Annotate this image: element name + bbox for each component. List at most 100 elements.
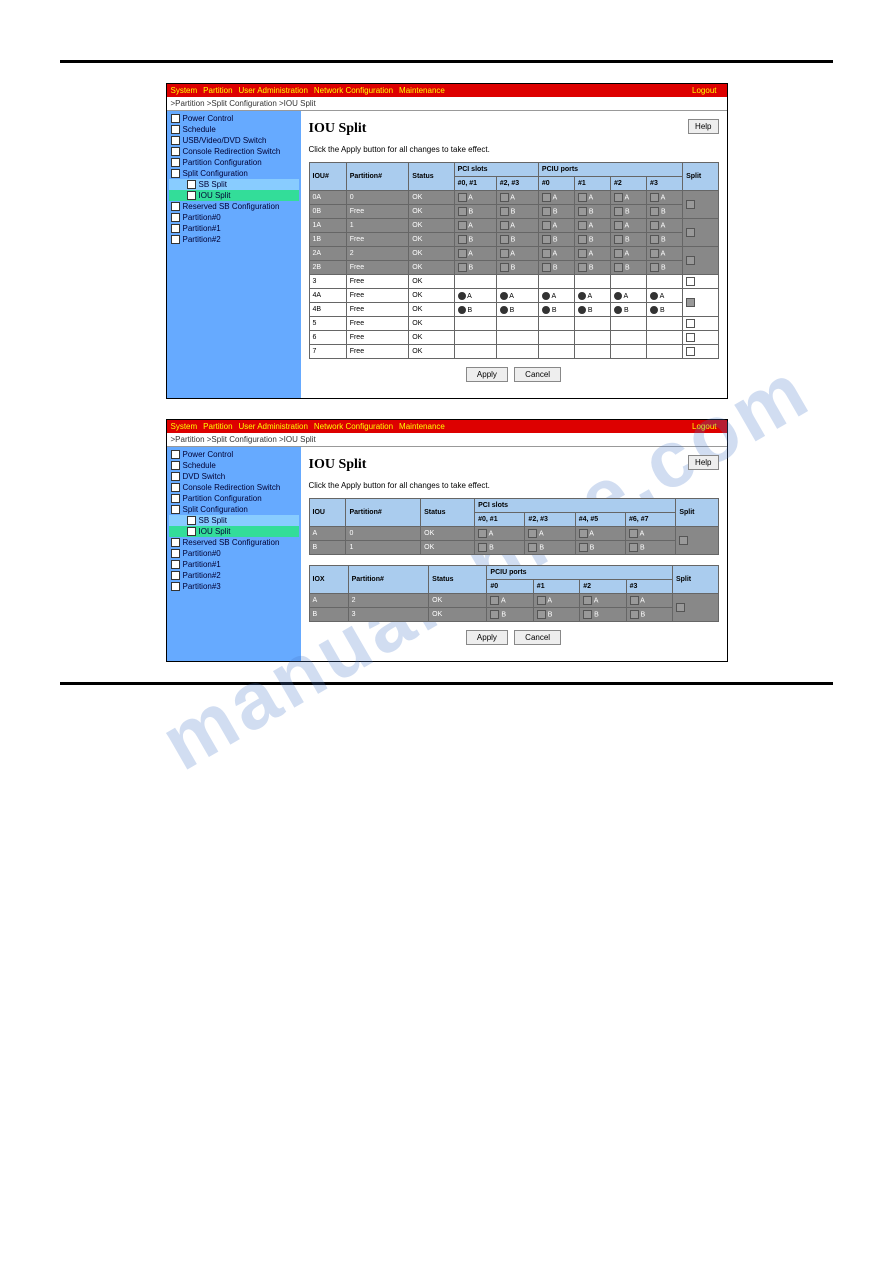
checkbox[interactable] [542, 221, 551, 230]
checkbox[interactable] [542, 235, 551, 244]
checkbox[interactable] [500, 235, 509, 244]
checkbox[interactable] [583, 596, 592, 605]
radio-option[interactable] [500, 292, 508, 300]
checkbox[interactable] [537, 610, 546, 619]
sidebar-item[interactable]: SB Split [199, 516, 227, 525]
checkbox[interactable] [542, 249, 551, 258]
checkbox[interactable] [579, 543, 588, 552]
checkbox[interactable] [630, 596, 639, 605]
sidebar-item[interactable]: Reserved SB Configuration [183, 202, 280, 211]
sidebar-item[interactable]: Schedule [183, 125, 216, 134]
checkbox[interactable] [579, 529, 588, 538]
menu-item[interactable]: User Administration [239, 86, 308, 95]
menu-item[interactable]: Network Configuration [314, 86, 393, 95]
checkbox[interactable] [542, 193, 551, 202]
checkbox[interactable] [478, 529, 487, 538]
split-checkbox[interactable] [686, 298, 695, 307]
sidebar-item[interactable]: Console Redirection Switch [183, 147, 281, 156]
checkbox[interactable] [490, 610, 499, 619]
sidebar-item[interactable]: Partition Configuration [183, 494, 262, 503]
checkbox[interactable] [583, 610, 592, 619]
logout-link[interactable]: Logout [692, 422, 716, 431]
checkbox[interactable] [650, 193, 659, 202]
checkbox[interactable] [500, 221, 509, 230]
checkbox[interactable] [458, 249, 467, 258]
checkbox[interactable] [458, 221, 467, 230]
split-checkbox[interactable] [676, 603, 685, 612]
radio-option[interactable] [650, 292, 658, 300]
sidebar-item[interactable]: Partition#0 [183, 213, 221, 222]
sidebar-item[interactable]: Power Control [183, 450, 234, 459]
radio-option[interactable] [578, 306, 586, 314]
sidebar-item[interactable]: Partition#0 [183, 549, 221, 558]
split-checkbox[interactable] [686, 333, 695, 342]
checkbox[interactable] [528, 543, 537, 552]
checkbox[interactable] [614, 263, 623, 272]
sidebar-item[interactable]: IOU Split [199, 191, 231, 200]
split-checkbox[interactable] [679, 536, 688, 545]
sidebar-item[interactable]: Partition#2 [183, 235, 221, 244]
checkbox[interactable] [458, 193, 467, 202]
apply-button[interactable]: Apply [466, 367, 508, 382]
split-checkbox[interactable] [686, 200, 695, 209]
sidebar-item[interactable]: Reserved SB Configuration [183, 538, 280, 547]
checkbox[interactable] [578, 249, 587, 258]
menu-item[interactable]: Partition [203, 422, 232, 431]
checkbox[interactable] [490, 596, 499, 605]
sidebar-item[interactable]: Partition#3 [183, 582, 221, 591]
split-checkbox[interactable] [686, 228, 695, 237]
split-checkbox[interactable] [686, 277, 695, 286]
menu-item[interactable]: Partition [203, 86, 232, 95]
sidebar-item[interactable]: Partition#2 [183, 571, 221, 580]
split-checkbox[interactable] [686, 256, 695, 265]
checkbox[interactable] [478, 543, 487, 552]
sidebar-item[interactable]: Partition#1 [183, 560, 221, 569]
checkbox[interactable] [629, 529, 638, 538]
checkbox[interactable] [458, 207, 467, 216]
checkbox[interactable] [537, 596, 546, 605]
sidebar-item[interactable]: Console Redirection Switch [183, 483, 281, 492]
help-button[interactable]: Help [688, 455, 718, 470]
menu-item[interactable]: System [171, 86, 198, 95]
radio-option[interactable] [614, 306, 622, 314]
checkbox[interactable] [614, 235, 623, 244]
apply-button[interactable]: Apply [466, 630, 508, 645]
help-button[interactable]: Help [688, 119, 718, 134]
checkbox[interactable] [578, 193, 587, 202]
radio-option[interactable] [458, 306, 466, 314]
radio-option[interactable] [650, 306, 658, 314]
checkbox[interactable] [500, 249, 509, 258]
checkbox[interactable] [500, 263, 509, 272]
checkbox[interactable] [650, 221, 659, 230]
logout-link[interactable]: Logout [692, 86, 716, 95]
checkbox[interactable] [650, 263, 659, 272]
checkbox[interactable] [629, 543, 638, 552]
radio-option[interactable] [500, 306, 508, 314]
cancel-button[interactable]: Cancel [514, 367, 561, 382]
menu-item[interactable]: User Administration [239, 422, 308, 431]
checkbox[interactable] [614, 193, 623, 202]
checkbox[interactable] [578, 263, 587, 272]
checkbox[interactable] [650, 207, 659, 216]
sidebar-item[interactable]: DVD Switch [183, 472, 226, 481]
checkbox[interactable] [458, 235, 467, 244]
checkbox[interactable] [542, 207, 551, 216]
sidebar-item[interactable]: Power Control [183, 114, 234, 123]
sidebar-item[interactable]: Partition Configuration [183, 158, 262, 167]
sidebar-item[interactable]: Split Configuration [183, 169, 248, 178]
sidebar-item[interactable]: Partition#1 [183, 224, 221, 233]
split-checkbox[interactable] [686, 319, 695, 328]
checkbox[interactable] [614, 249, 623, 258]
menu-item[interactable]: Maintenance [399, 422, 445, 431]
sidebar-item[interactable]: IOU Split [199, 527, 231, 536]
radio-option[interactable] [542, 306, 550, 314]
sidebar-item[interactable]: SB Split [199, 180, 227, 189]
checkbox[interactable] [528, 529, 537, 538]
menu-item[interactable]: Network Configuration [314, 422, 393, 431]
checkbox[interactable] [578, 221, 587, 230]
radio-option[interactable] [542, 292, 550, 300]
checkbox[interactable] [630, 610, 639, 619]
checkbox[interactable] [614, 207, 623, 216]
radio-option[interactable] [578, 292, 586, 300]
checkbox[interactable] [500, 193, 509, 202]
